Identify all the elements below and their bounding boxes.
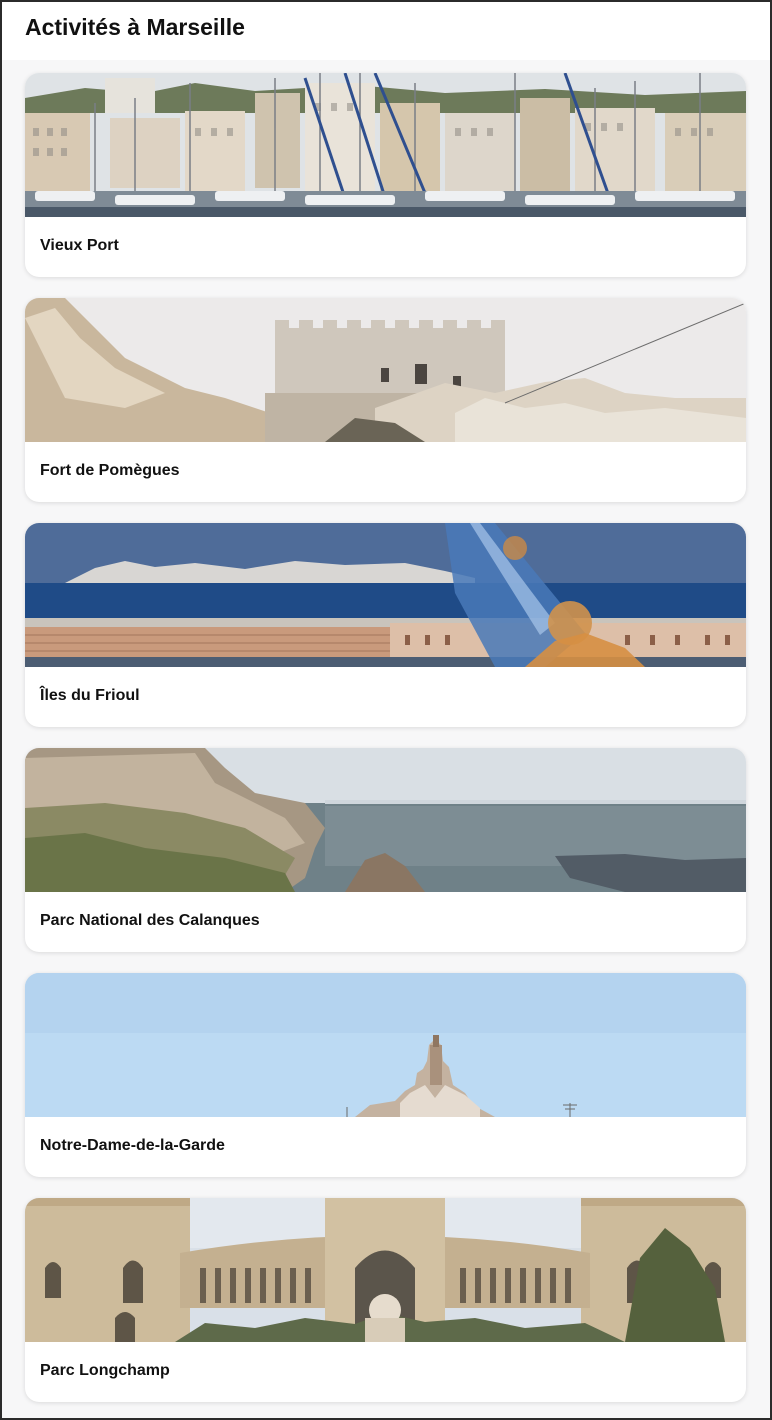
activity-name: Notre-Dame-de-la-Garde bbox=[40, 1137, 225, 1154]
activity-card-parc-national-des-calanques[interactable]: Parc National des Calanques bbox=[25, 748, 746, 952]
activity-name: Vieux Port bbox=[40, 237, 119, 254]
activity-card-vieux-port[interactable]: Vieux Port bbox=[25, 73, 746, 277]
vieux-port-image bbox=[25, 73, 746, 217]
header: Activités à Marseille bbox=[2, 2, 770, 60]
activity-card-fort-de-pomegues[interactable]: Fort de Pomègues bbox=[25, 298, 746, 502]
activity-card-parc-longchamp[interactable]: Parc Longchamp bbox=[25, 1198, 746, 1402]
activity-name: Fort de Pomègues bbox=[40, 462, 180, 479]
activity-card-notre-dame-de-la-garde[interactable]: Notre-Dame-de-la-Garde bbox=[25, 973, 746, 1177]
activity-name: Îles du Frioul bbox=[40, 687, 140, 704]
page-title: Activités à Marseille bbox=[25, 14, 245, 40]
notre-dame-image bbox=[25, 973, 746, 1117]
iles-frioul-image bbox=[25, 523, 746, 667]
activity-card-iles-du-frioul[interactable]: Îles du Frioul bbox=[25, 523, 746, 727]
fort-pomegues-image bbox=[25, 298, 746, 442]
activity-name: Parc National des Calanques bbox=[40, 912, 260, 929]
calanques-image bbox=[25, 748, 746, 892]
parc-longchamp-image bbox=[25, 1198, 746, 1342]
activity-list: Vieux Port Fort de Pomègues Îles du Frio… bbox=[25, 73, 746, 1418]
activity-name: Parc Longchamp bbox=[40, 1362, 170, 1379]
app-window: Activités à Marseille Vieux Port Fort de… bbox=[0, 0, 772, 1420]
